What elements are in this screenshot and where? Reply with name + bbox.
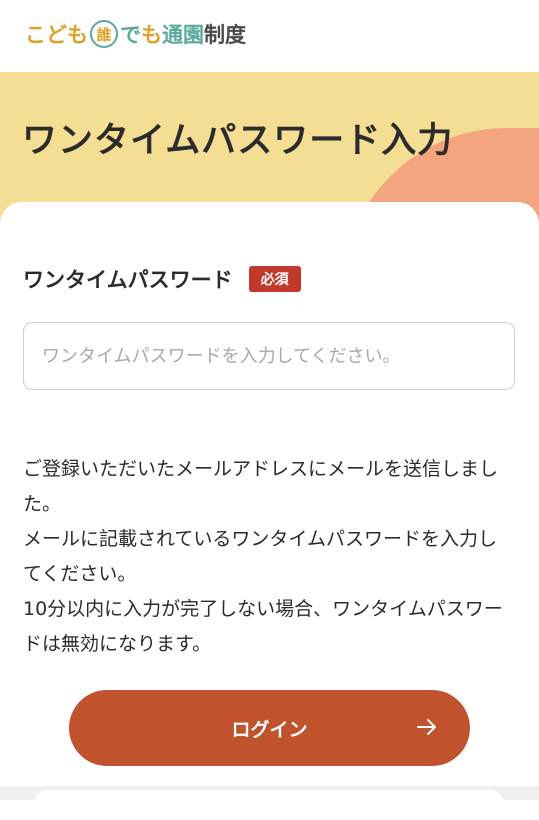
hero-banner: ワンタイムパスワード入力	[0, 72, 539, 222]
otp-input[interactable]	[23, 322, 515, 390]
logo-text-kodomo: こども	[25, 23, 88, 47]
page-title: ワンタイムパスワード入力	[22, 121, 454, 161]
logo-text-seido: 制度	[204, 23, 246, 47]
logo-text-tsuuen: 通園	[162, 23, 204, 47]
otp-field-label: ワンタイムパスワード	[23, 268, 233, 292]
site-logo[interactable]: こども 誰 で も 通園 制度	[25, 18, 246, 50]
logo-text-de: で	[120, 23, 141, 47]
arrow-right-icon	[417, 719, 436, 735]
bottom-card-edge	[34, 790, 504, 820]
message-line: メールに記載されているワンタイムパスワードを入力してください。	[23, 528, 498, 585]
message-line: 10分以内に入力が完了しない場合、ワンタイムパスワードは無効になります。	[23, 598, 503, 655]
logo-text-mo: も	[141, 23, 162, 47]
message-line: ご登録いただいたメールアドレスにメールを送信しました。	[23, 458, 499, 515]
logo-circle-mark: 誰	[90, 20, 118, 48]
otp-info-message: ご登録いただいたメールアドレスにメールを送信しました。 メールに記載されているワ…	[23, 452, 515, 662]
required-badge: 必須	[248, 266, 301, 292]
otp-label-row: ワンタイムパスワード 必須	[23, 264, 301, 294]
site-header: こども 誰 で も 通園 制度	[0, 0, 539, 72]
login-button[interactable]: ログイン	[69, 690, 470, 766]
login-button-label: ログイン	[231, 718, 308, 741]
